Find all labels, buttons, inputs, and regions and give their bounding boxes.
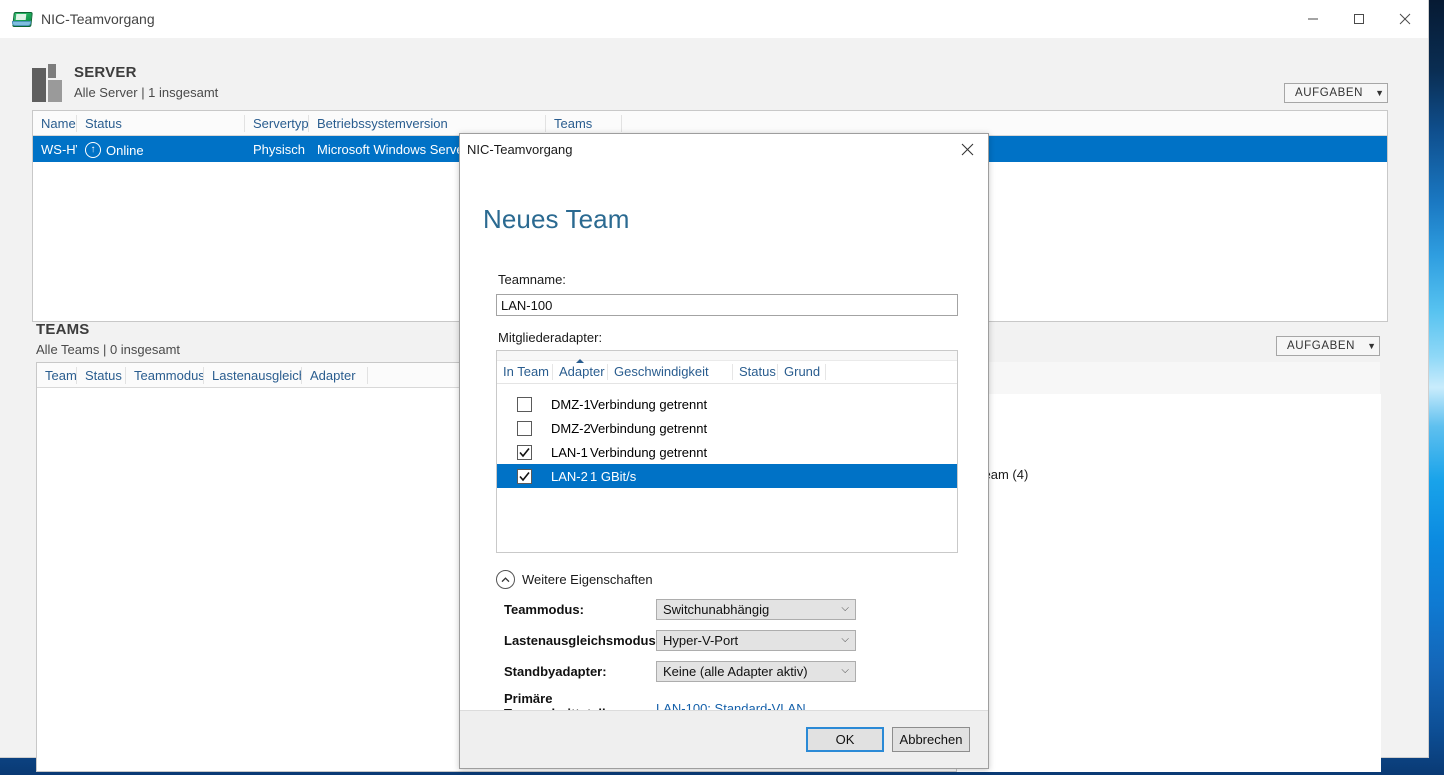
adapter-list-topstrip	[497, 351, 957, 361]
adapter-row-lan-2[interactable]: LAN-2 1 GBit/s	[497, 464, 957, 488]
teams-tasks-label: AUFGABEN	[1287, 340, 1356, 352]
chevron-down-icon: ⌵	[841, 634, 849, 645]
ok-button[interactable]: OK	[806, 727, 884, 752]
window-controls	[1290, 0, 1428, 38]
maximize-button[interactable]	[1336, 0, 1382, 38]
adapter-speed-lan-1: Verbindung getrennt	[590, 444, 708, 460]
teams-col-lastenausgleich[interactable]: Lastenausgleich	[204, 366, 302, 384]
teams-panel-title: TEAMS	[36, 321, 90, 338]
minimize-button[interactable]	[1290, 0, 1336, 38]
teams-panel-header: TEAMS Alle Teams | 0 insgesamt	[36, 321, 180, 359]
server-tasks-label: AUFGABEN	[1295, 87, 1364, 99]
adapter-checkbox-dmz-1[interactable]	[517, 396, 532, 412]
adapter-name-lan-1: LAN-1	[551, 444, 588, 460]
new-team-dialog: NIC-Teamvorgang Neues Team Teamname: Mit…	[459, 133, 989, 769]
dialog-title: NIC-Teamvorgang	[467, 141, 573, 157]
standbyadapter-row: Standbyadapter: Keine (alle Adapter akti…	[504, 660, 856, 682]
lastenausgleich-select[interactable]: Hyper-V-Port ⌵	[656, 629, 856, 651]
teamname-input[interactable]	[496, 294, 958, 316]
primary-interface-label-line1: Primäre	[504, 691, 553, 706]
window-titlebar: NIC-Teamvorgang	[0, 0, 1428, 38]
adapter-row-dmz-2[interactable]: DMZ-2 Verbindung getrennt	[497, 416, 957, 440]
adapter-col-grund[interactable]: Grund	[778, 364, 826, 380]
adapter-name-dmz-2: DMZ-2	[551, 420, 591, 436]
more-properties-label: Weitere Eigenschaften	[522, 572, 653, 587]
server-cell-name: WS-HV4	[41, 141, 77, 157]
server-panel-title: SERVER	[74, 64, 137, 81]
server-col-name[interactable]: Name	[33, 114, 77, 132]
teammodus-value: Switchunabhängig	[663, 601, 770, 617]
more-properties-toggle[interactable]: Weitere Eigenschaften	[496, 570, 653, 589]
server-icon	[32, 64, 62, 102]
adapter-speed-lan-2: 1 GBit/s	[590, 468, 637, 484]
adapter-row-lan-1[interactable]: LAN-1 Verbindung getrennt	[497, 440, 957, 464]
lastenausgleich-row: Lastenausgleichsmodus: Hyper-V-Port ⌵	[504, 629, 856, 651]
server-panel-subtitle: Alle Server | 1 insgesamt	[74, 85, 219, 100]
teams-col-team[interactable]: Team	[37, 366, 77, 384]
server-col-servertyp[interactable]: Servertyp	[245, 114, 309, 132]
adapter-row-dmz-1[interactable]: DMZ-1 Verbindung getrennt	[497, 392, 957, 416]
adapter-list-header: In Team Adapter Geschwindigkeit Status G…	[497, 359, 957, 384]
standbyadapter-value: Keine (alle Adapter aktiv)	[663, 663, 808, 679]
server-cell-servertyp: Physisch	[253, 141, 306, 157]
adapter-col-adapter[interactable]: Adapter	[553, 359, 608, 380]
teammodus-row: Teammodus: Switchunabhängig ⌵	[504, 598, 856, 620]
teams-tasks-button[interactable]: AUFGABEN ▼	[1276, 336, 1380, 356]
server-col-teams[interactable]: Teams	[546, 114, 622, 132]
adapter-col-inteam[interactable]: In Team	[497, 364, 553, 380]
server-col-status[interactable]: Status	[77, 114, 245, 132]
member-adapters-label: Mitgliederadapter:	[498, 330, 603, 345]
dialog-body: Neues Team Teamname: Mitgliederadapter: …	[460, 164, 988, 721]
chevron-down-icon: ⌵	[841, 665, 849, 676]
adapter-list-spacer	[497, 384, 957, 392]
teams-col-teammodus[interactable]: Teammodus	[126, 366, 204, 384]
dialog-close-button[interactable]	[946, 134, 988, 164]
dialog-titlebar: NIC-Teamvorgang	[460, 134, 988, 164]
cancel-button[interactable]: Abbrechen	[892, 727, 970, 752]
adapter-checkbox-dmz-2[interactable]	[517, 420, 532, 436]
server-cell-status: ↑ Online	[77, 140, 245, 158]
chevron-down-icon: ▼	[1375, 87, 1385, 98]
teammodus-label: Teammodus:	[504, 601, 584, 617]
adapter-checkbox-lan-2[interactable]	[517, 468, 532, 484]
teammodus-select[interactable]: Switchunabhängig ⌵	[656, 598, 856, 620]
adapters-pane-body: Team (4)	[956, 394, 1381, 772]
adapter-speed-dmz-1: Verbindung getrennt	[590, 396, 708, 412]
chevron-down-icon: ▼	[1367, 340, 1377, 351]
dialog-footer: OK Abbrechen	[460, 710, 988, 768]
member-adapters-list: In Team Adapter Geschwindigkeit Status G…	[496, 350, 958, 553]
lastenausgleich-value: Hyper-V-Port	[663, 632, 739, 648]
server-col-osversion[interactable]: Betriebssystemversion	[309, 114, 546, 132]
server-panel-header: SERVER Alle Server | 1 insgesamt	[32, 64, 218, 102]
adapter-name-lan-2: LAN-2	[551, 468, 588, 484]
adapter-col-status[interactable]: Status	[733, 364, 778, 380]
teamname-label: Teamname:	[498, 272, 566, 287]
chevron-down-icon: ⌵	[841, 603, 849, 614]
chevron-up-icon	[496, 570, 515, 589]
dialog-heading: Neues Team	[483, 204, 630, 234]
server-status-text: Online	[106, 142, 144, 158]
lastenausgleich-label: Lastenausgleichsmodus:	[504, 632, 661, 648]
adapter-col-speed[interactable]: Geschwindigkeit	[608, 364, 733, 380]
teams-col-adapter[interactable]: Adapter	[302, 366, 368, 384]
teams-panel-subtitle: Alle Teams | 0 insgesamt	[36, 342, 181, 357]
close-button[interactable]	[1382, 0, 1428, 38]
up-arrow-circle-icon: ↑	[85, 142, 101, 158]
adapter-checkbox-lan-1[interactable]	[517, 444, 532, 460]
teams-col-status[interactable]: Status	[77, 366, 126, 384]
standbyadapter-label: Standbyadapter:	[504, 663, 607, 679]
adapter-name-dmz-1: DMZ-1	[551, 396, 591, 412]
adapters-pane-header	[956, 362, 1380, 395]
window-title: NIC-Teamvorgang	[41, 11, 155, 27]
nic-teaming-icon	[12, 9, 33, 29]
adapter-speed-dmz-2: Verbindung getrennt	[590, 420, 708, 436]
adapters-side-pane: Team (4)	[956, 362, 1381, 772]
standbyadapter-select[interactable]: Keine (alle Adapter aktiv) ⌵	[656, 660, 856, 682]
server-tasks-button[interactable]: AUFGABEN ▼	[1284, 83, 1388, 103]
